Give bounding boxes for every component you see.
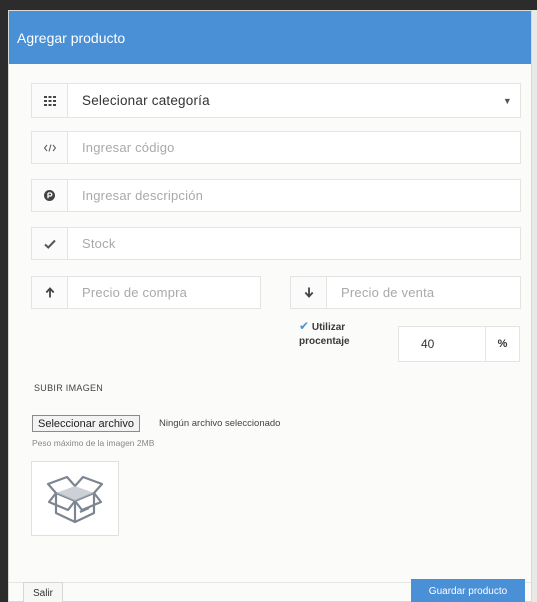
purchase-price-field[interactable]: Precio de compra — [31, 276, 261, 309]
exit-button[interactable]: Salir — [23, 582, 64, 602]
no-file-selected-text: Ningún archivo seleccionado — [159, 418, 281, 429]
upload-image-title: SUBIR IMAGEN — [34, 383, 104, 393]
checkmark-icon: ✔ — [299, 319, 310, 333]
chevron-down-icon: ▼ — [502, 95, 512, 106]
description-input[interactable]: Ingresar descripción — [68, 180, 520, 211]
percent-symbol: % — [485, 327, 519, 361]
percentage-field[interactable]: 40 % — [398, 326, 520, 362]
purchase-price-input[interactable]: Precio de compra — [68, 277, 260, 308]
sale-price-input[interactable]: Precio de venta — [327, 277, 520, 308]
scan-border-top — [0, 0, 537, 10]
use-percentage-label-line1: Utilizar — [311, 322, 346, 333]
check-icon — [32, 228, 68, 259]
max-size-hint: Peso máximo de la imagen 2MB — [32, 438, 155, 448]
code-icon — [32, 132, 68, 163]
category-select-value: Selecionar categoría — [82, 93, 210, 108]
modal-title: Agregar producto — [17, 29, 126, 46]
select-file-button[interactable]: Seleccionar archivo — [32, 415, 140, 432]
percentage-input[interactable]: 40 — [399, 327, 485, 361]
description-field[interactable]: Ingresar descripción — [31, 179, 521, 212]
use-percentage-label-line2: procentaje — [299, 336, 350, 347]
use-percentage-checkbox[interactable]: ✔ Utilizar procentaje — [299, 319, 379, 349]
category-select[interactable]: Selecionar categoría ▼ — [31, 83, 521, 118]
scan-border-left — [0, 0, 8, 602]
grid-icon — [32, 84, 68, 117]
stock-input[interactable]: Stock — [68, 228, 520, 259]
add-product-modal: Agregar producto Selecionar categoría ▼ … — [8, 10, 532, 602]
code-field[interactable]: Ingresar código — [31, 131, 521, 164]
image-preview — [31, 461, 119, 536]
modal-header: Agregar producto — [9, 11, 531, 64]
arrow-up-icon — [32, 277, 68, 308]
box-icon — [46, 475, 104, 523]
sale-price-field[interactable]: Precio de venta — [290, 276, 521, 309]
stock-field[interactable]: Stock — [31, 227, 521, 260]
product-hunt-icon — [32, 180, 68, 211]
arrow-down-icon — [291, 277, 327, 308]
save-product-button[interactable]: Guardar producto — [411, 579, 525, 602]
code-input[interactable]: Ingresar código — [68, 132, 520, 163]
